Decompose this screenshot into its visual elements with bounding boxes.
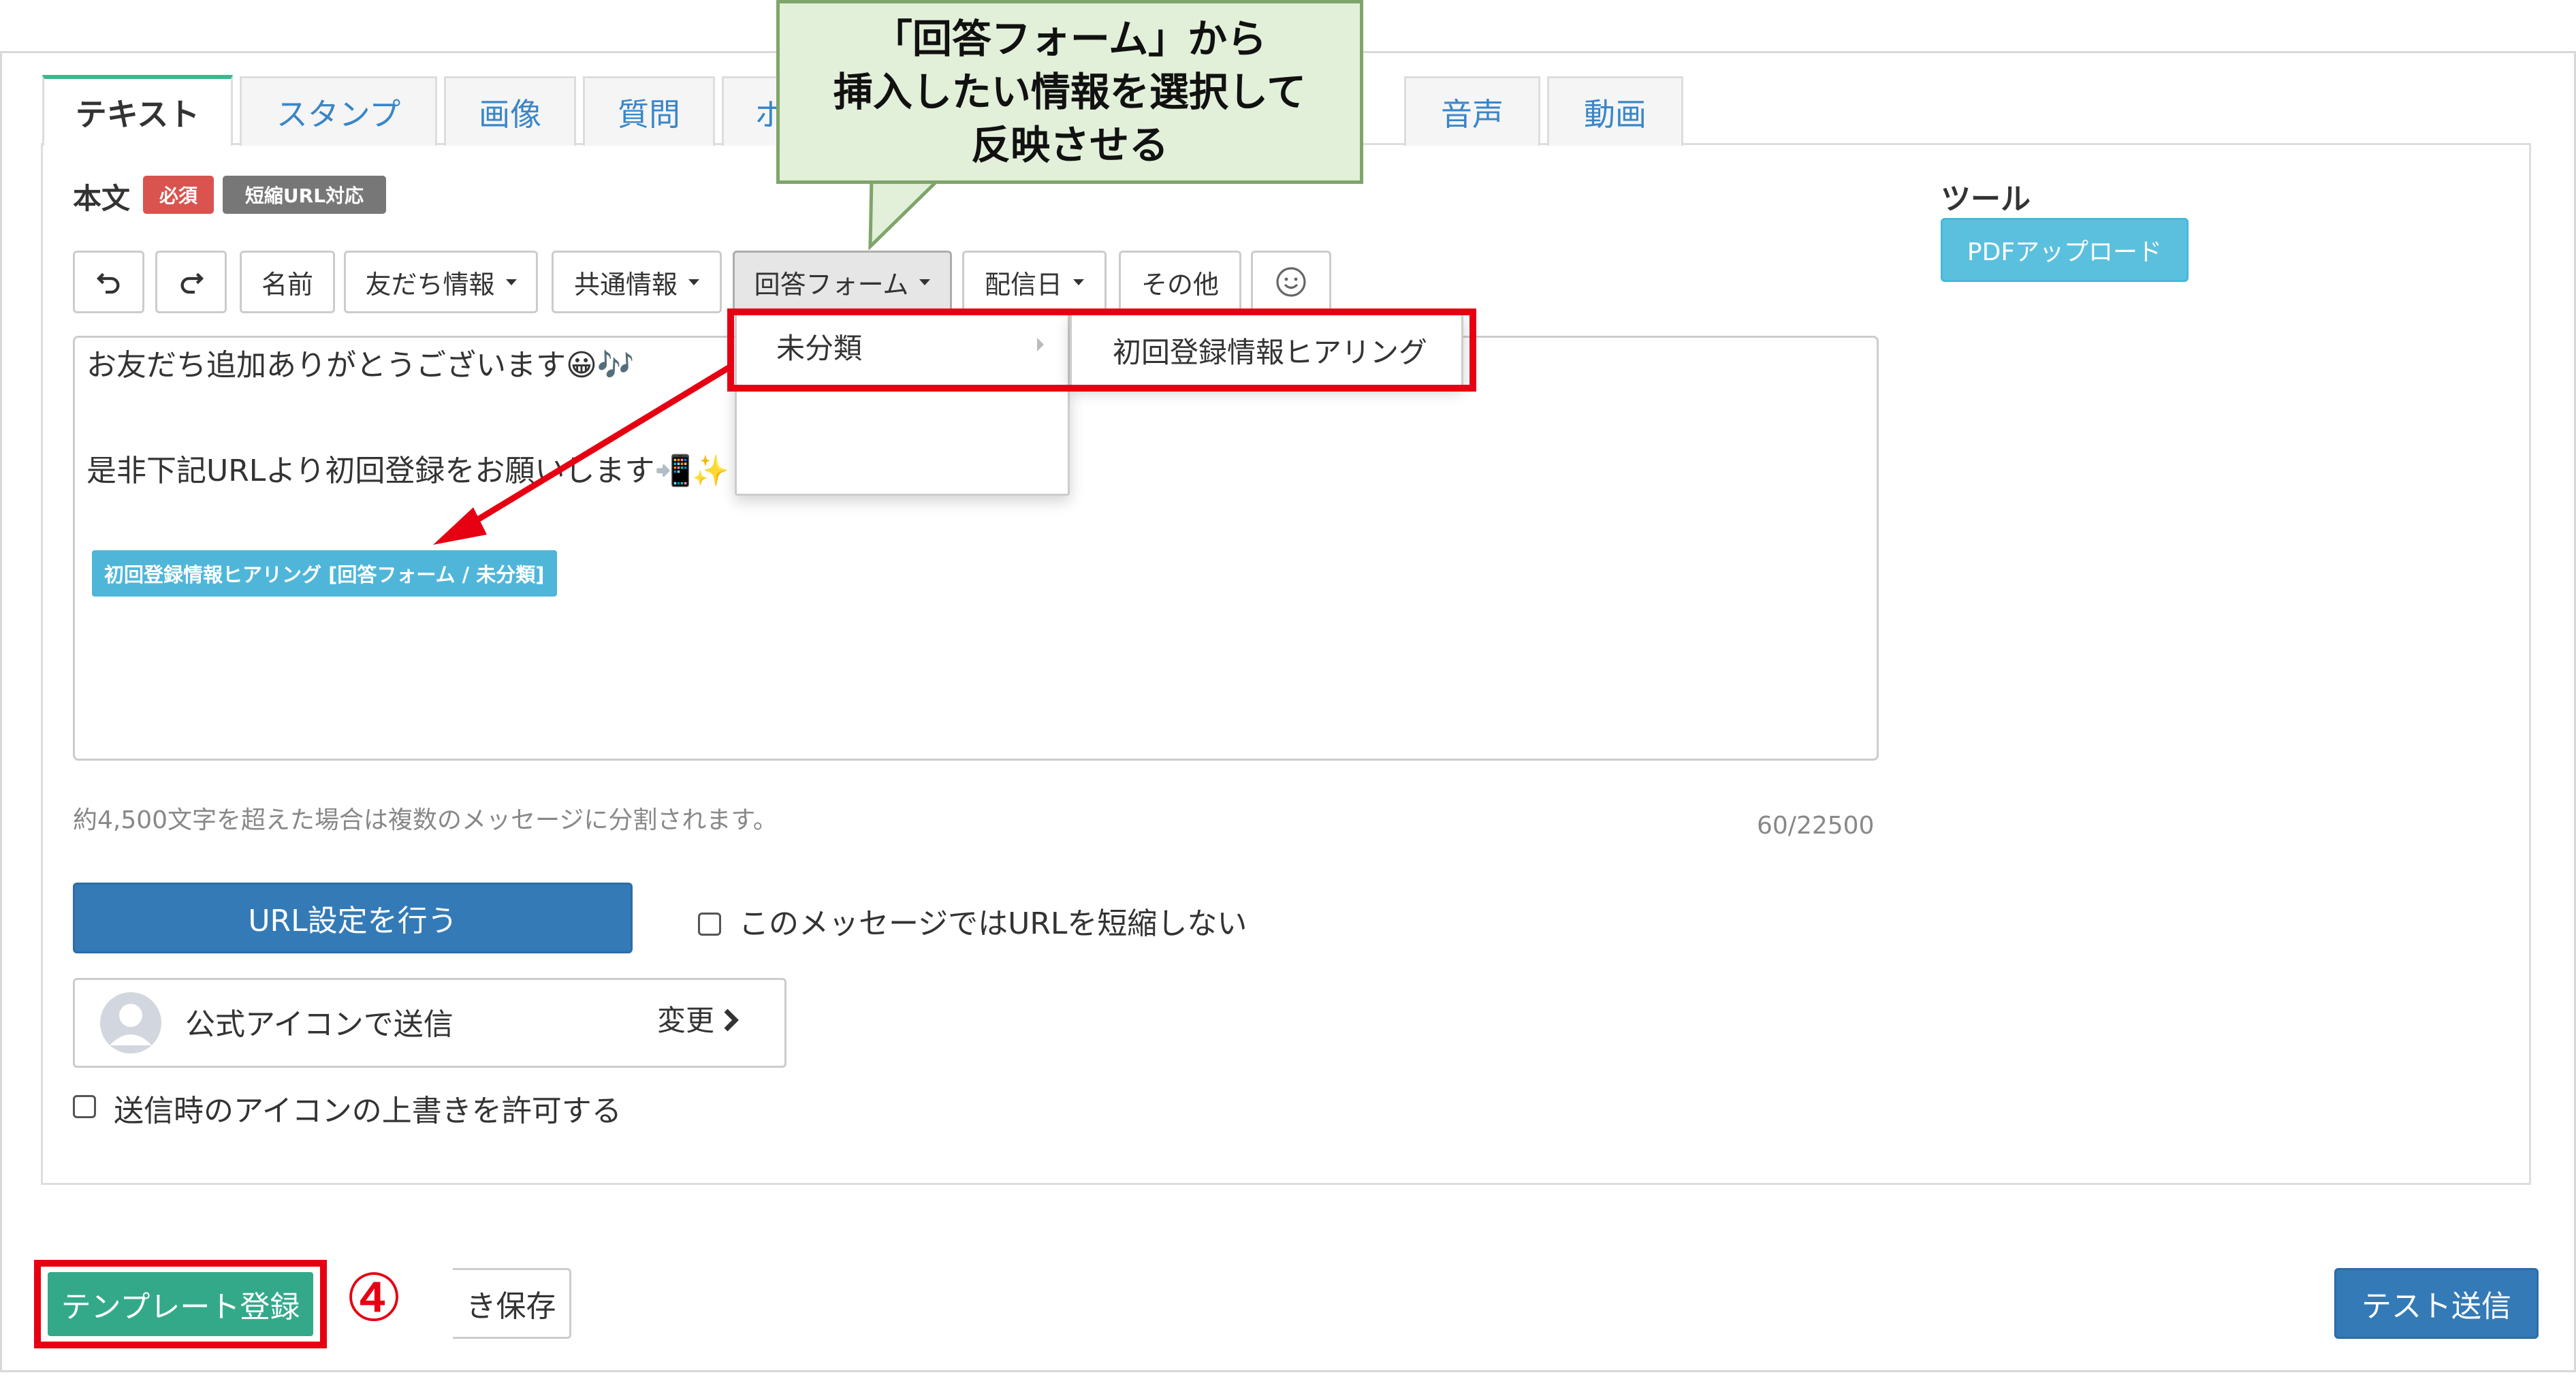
split-message-note: 約4,500文字を超えた場合は複数のメッセージに分割されます。: [73, 806, 778, 834]
smiley-icon: [1276, 267, 1306, 297]
redo-button[interactable]: [155, 251, 227, 313]
avatar-icon: [100, 992, 161, 1054]
undo-button[interactable]: [73, 251, 144, 313]
caret-down-icon: [919, 279, 931, 285]
callout-line-2: 挿入したい情報を選択して: [833, 69, 1307, 115]
draft-save-button[interactable]: き保存: [453, 1268, 571, 1339]
tab-question[interactable]: 質問: [583, 76, 715, 146]
delivery-date-dropdown[interactable]: 配信日: [962, 251, 1107, 313]
redo-icon: [180, 272, 204, 294]
char-counter: 60/22500: [1757, 812, 1875, 840]
answer-form-label: 回答フォーム: [754, 269, 909, 300]
no-shorten-checkbox[interactable]: [698, 913, 721, 936]
name-button[interactable]: 名前: [240, 251, 335, 313]
test-send-button[interactable]: テスト送信: [2334, 1268, 2539, 1339]
inserted-variable-tag[interactable]: 初回登録情報ヒアリング [回答フォーム / 未分類]: [92, 550, 557, 597]
pdf-upload-button[interactable]: PDFアップロード: [1941, 218, 2189, 282]
allow-override-label: 送信時のアイコンの上書きを許可する: [114, 1094, 622, 1128]
caret-down-icon: [688, 279, 699, 285]
common-info-dropdown[interactable]: 共通情報: [552, 251, 722, 313]
tab-stamp[interactable]: スタンプ: [240, 76, 437, 146]
callout-pointer-icon: [868, 178, 942, 250]
caret-down-icon: [1073, 279, 1084, 285]
tab-text[interactable]: テキスト: [42, 75, 233, 146]
undo-icon: [96, 272, 119, 294]
tab-video[interactable]: 動画: [1547, 76, 1683, 146]
message-line-1: お友だち追加ありがとうございます😀🎶: [86, 348, 635, 383]
chevron-right-icon: [724, 1009, 739, 1032]
template-register-button[interactable]: テンプレート登録: [48, 1272, 313, 1336]
emoji-button[interactable]: [1251, 251, 1331, 313]
tools-heading: ツール: [1941, 182, 2031, 217]
step-number: ④: [345, 1260, 404, 1336]
short-url-badge: 短縮URL対応: [223, 176, 386, 214]
answer-form-dropdown[interactable]: 回答フォーム: [733, 251, 952, 313]
caret-down-icon: [505, 279, 517, 285]
annotation-highlight-menu: [727, 308, 1476, 392]
sender-label: 公式アイコンで送信: [185, 1007, 454, 1042]
required-badge: 必須: [143, 176, 214, 214]
sender-change-link[interactable]: 変更: [657, 998, 714, 1039]
delivery-date-label: 配信日: [984, 269, 1062, 300]
callout-line-1: 「回答フォーム」から: [872, 16, 1267, 62]
tab-image[interactable]: 画像: [444, 76, 576, 146]
allow-override-checkbox[interactable]: [73, 1095, 96, 1118]
other-button[interactable]: その他: [1119, 251, 1241, 313]
callout-line-3: 反映させる: [970, 122, 1168, 168]
instruction-callout: 「回答フォーム」から 挿入したい情報を選択して 反映させる: [776, 0, 1363, 184]
message-line-2: 是非下記URLより初回登録をお願いします📲✨: [86, 454, 729, 488]
friend-info-label: 友だち情報: [365, 269, 495, 300]
url-settings-button[interactable]: URL設定を行う: [73, 883, 633, 953]
friend-info-dropdown[interactable]: 友だち情報: [344, 251, 538, 313]
tab-audio[interactable]: 音声: [1404, 76, 1540, 146]
common-info-label: 共通情報: [573, 269, 678, 300]
body-label: 本文: [73, 182, 131, 215]
no-shorten-label: このメッセージではURLを短縮しない: [739, 906, 1247, 941]
